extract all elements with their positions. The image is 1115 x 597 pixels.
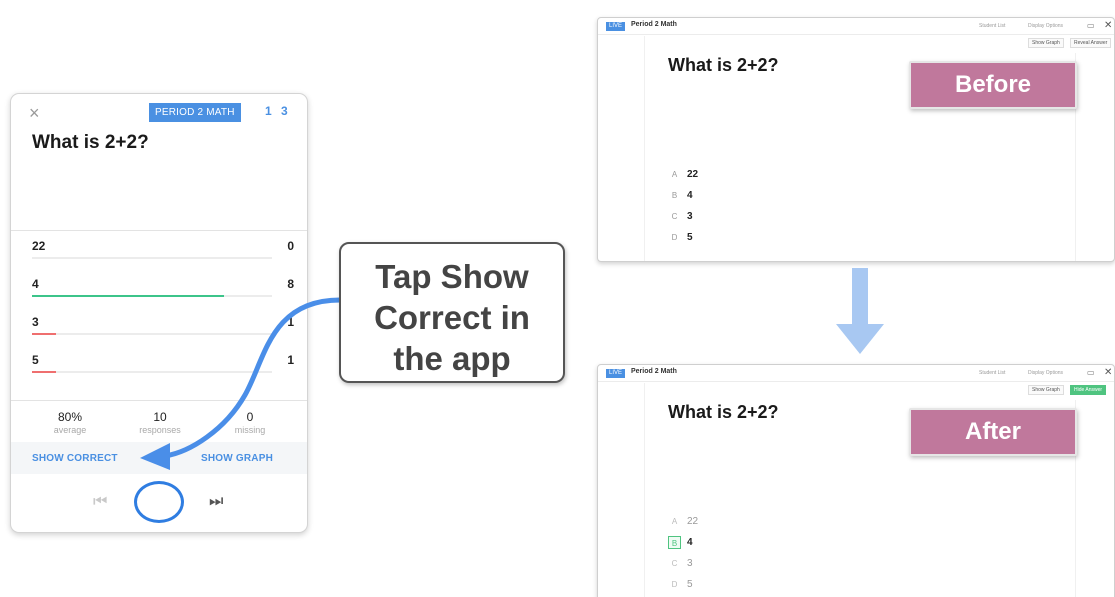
close-icon[interactable]: ✕ — [1104, 20, 1112, 31]
answer-row: 4 8 — [32, 277, 294, 307]
stat-value: 0 — [246, 410, 254, 424]
stat-label: missing — [234, 425, 266, 435]
answer-bar-fill — [32, 295, 224, 297]
question-title: What is 2+2? — [668, 55, 779, 75]
question-title: What is 2+2? — [668, 402, 779, 422]
answer-row: 22 0 — [32, 239, 294, 269]
option-letter: A — [671, 517, 678, 527]
show-graph-button[interactable]: Show Graph — [1028, 38, 1064, 48]
option-text: 4 — [687, 537, 693, 549]
record-button[interactable] — [134, 481, 184, 523]
answer-bar-track — [32, 371, 272, 373]
answer-label: 5 — [32, 353, 39, 367]
window-before: LIVE Period 2 Math Student List Display … — [597, 17, 1115, 262]
close-icon[interactable]: ✕ — [1104, 367, 1112, 378]
answer-count: 0 — [287, 239, 294, 253]
answer-bar-track — [32, 257, 272, 259]
answer-bar-track — [32, 333, 272, 335]
display-options-button[interactable]: Display Options — [1028, 370, 1063, 376]
title-bar: LIVE Period 2 Math Student List Display … — [598, 365, 1114, 382]
option-text: 3 — [687, 558, 693, 570]
option-text: 3 — [687, 211, 693, 223]
reveal-answer-button[interactable]: Reveal Answer — [1070, 38, 1112, 48]
option-text: 4 — [687, 190, 693, 202]
stat-value: 10 — [153, 410, 167, 424]
option-row: A 22 — [668, 166, 698, 184]
stat-value: 80% — [57, 410, 83, 424]
option-text: 22 — [687, 169, 699, 181]
option-letter: C — [671, 212, 678, 222]
show-correct-button[interactable]: SHOW CORRECT — [32, 453, 118, 464]
option-letter: D — [671, 233, 678, 243]
hide-answer-button[interactable]: Hide Answer — [1070, 385, 1107, 395]
window-title: Period 2 Math — [631, 368, 677, 375]
question-title: What is 2+2? — [32, 132, 149, 153]
option-letter: C — [671, 559, 678, 569]
minimize-icon[interactable]: ▭ — [1087, 21, 1095, 30]
stats-row: 80% average 10 responses 0 missing — [11, 410, 307, 442]
class-badge: PERIOD 2 MATH — [149, 103, 241, 122]
answer-row: 3 1 — [32, 315, 294, 345]
divider — [11, 230, 307, 231]
show-graph-button[interactable]: Show Graph — [1028, 385, 1064, 395]
phone-app-card: × PERIOD 2 MATH 1 3 What is 2+2? 22 0 4 … — [10, 93, 308, 533]
close-icon[interactable]: × — [29, 103, 40, 123]
answer-bar-track — [32, 295, 272, 297]
question-nav[interactable]: 1 3 — [265, 104, 291, 118]
next-icon[interactable]: ⏭ — [209, 493, 223, 511]
answer-count: 8 — [287, 277, 294, 291]
option-text: 22 — [687, 516, 699, 528]
option-text: 5 — [687, 579, 693, 591]
divider — [644, 36, 645, 261]
answer-bar-fill — [32, 333, 56, 335]
stat-average: 80% average — [25, 410, 115, 435]
answer-count: 1 — [287, 353, 294, 367]
callout-line: the app — [393, 340, 511, 377]
option-row-correct: B4 — [668, 534, 693, 552]
answer-label: 3 — [32, 315, 39, 329]
student-list-button[interactable]: Student List — [979, 23, 1005, 29]
answer-label: 22 — [32, 239, 46, 253]
action-bar: SHOW CORRECT SHOW GRAPH — [11, 442, 307, 474]
option-letter: D — [671, 580, 678, 590]
after-tag: After — [909, 408, 1077, 456]
callout-line: Tap Show — [375, 258, 529, 295]
answer-count: 1 — [287, 315, 294, 329]
stat-missing: 0 missing — [205, 410, 295, 435]
stat-responses: 10 responses — [115, 410, 205, 435]
before-tag: Before — [909, 61, 1077, 109]
student-list-button[interactable]: Student List — [979, 370, 1005, 376]
instruction-callout: Tap Show Correct in the app — [339, 242, 565, 383]
answer-row: 5 1 — [32, 353, 294, 383]
previous-icon[interactable]: ⏮ — [93, 493, 107, 511]
option-text: 5 — [687, 232, 693, 244]
window-title: Period 2 Math — [631, 21, 677, 28]
divider — [644, 383, 645, 597]
option-letter: A — [671, 170, 678, 180]
option-letter: B — [668, 536, 681, 550]
stat-label: average — [53, 425, 87, 435]
down-arrow-icon — [836, 268, 884, 354]
option-letter: B — [671, 191, 678, 201]
answer-label: 4 — [32, 277, 39, 291]
divider — [11, 400, 307, 401]
stat-label: responses — [139, 425, 181, 435]
live-badge: LIVE — [606, 369, 626, 378]
option-row: B4 — [668, 187, 693, 205]
option-row: D5 — [668, 229, 693, 247]
playback-controls: ⏮ ⏭ — [11, 478, 307, 528]
option-row: C3 — [668, 208, 693, 226]
callout-line: Correct in — [374, 299, 530, 336]
minimize-icon[interactable]: ▭ — [1087, 368, 1095, 377]
option-row: A 22 — [668, 513, 698, 531]
title-bar: LIVE Period 2 Math Student List Display … — [598, 18, 1114, 35]
option-row: D5 — [668, 576, 693, 594]
show-graph-button[interactable]: SHOW GRAPH — [201, 453, 273, 464]
option-row: C3 — [668, 555, 693, 573]
live-badge: LIVE — [606, 22, 626, 31]
display-options-button[interactable]: Display Options — [1028, 23, 1063, 29]
answer-bar-fill — [32, 371, 56, 373]
window-after: LIVE Period 2 Math Student List Display … — [597, 364, 1115, 597]
